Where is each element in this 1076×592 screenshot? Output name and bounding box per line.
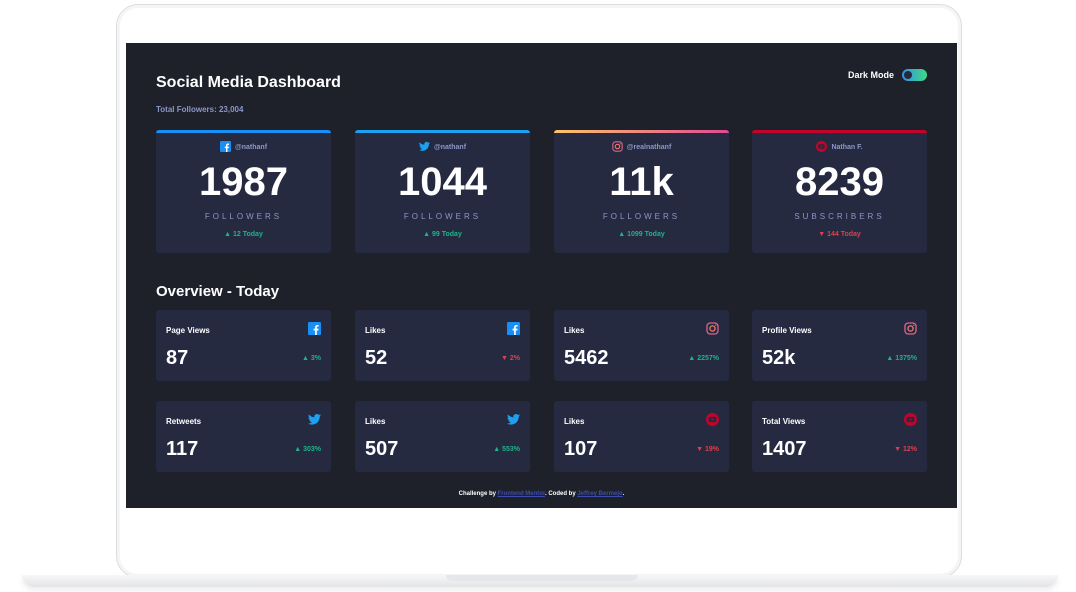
metric-value: 52 — [365, 347, 388, 369]
handle-text: @nathanf — [234, 144, 268, 151]
metric-change: ▲ 1375% — [886, 355, 917, 362]
facebook-icon — [219, 141, 231, 154]
card-accent-bar — [554, 130, 729, 133]
twitter-icon — [507, 413, 520, 431]
metric-value: 117 — [166, 438, 199, 460]
metric-label: Total Views — [762, 417, 806, 426]
footer-middle: . Coded by — [544, 491, 578, 497]
card-handle: @realnathanf — [554, 141, 729, 154]
dark-mode-toggle[interactable] — [902, 69, 927, 81]
follower-label: SUBSCRIBERS — [794, 212, 885, 221]
metric-change: ▼ 2% — [501, 355, 520, 362]
twitter-icon — [418, 141, 430, 154]
follower-card-twitter[interactable]: @nathanf 1044 FOLLOWERS ▲ 99 Today — [355, 130, 530, 253]
facebook-icon — [507, 322, 520, 340]
card-handle: @nathanf — [355, 141, 530, 154]
footer-prefix: Challenge by — [458, 491, 498, 497]
author-link[interactable]: Jeffrey Bermejo — [577, 491, 622, 497]
twitter-icon — [308, 413, 321, 431]
today-change: ▲ 12 Today — [224, 231, 263, 238]
handle-text: @realnathanf — [626, 144, 672, 151]
metric-change: ▲ 553% — [493, 446, 520, 453]
follower-label: FOLLOWERS — [602, 212, 681, 221]
footer: Challenge by Frontend Mentor. Coded by J… — [126, 491, 957, 497]
youtube-icon — [706, 413, 719, 431]
overview-tile[interactable]: Likes 107 ▼ 19% — [554, 401, 729, 472]
today-change: ▲ 1099 Today — [618, 231, 665, 238]
metric-label: Likes — [564, 417, 585, 426]
metric-change: ▼ 19% — [696, 446, 719, 453]
metric-label: Retweets — [166, 417, 202, 426]
footer-suffix: . — [622, 491, 625, 497]
follower-card-youtube[interactable]: Nathan F. 8239 SUBSCRIBERS ▼ 144 Today — [752, 130, 927, 253]
handle-text: @nathanf — [433, 144, 467, 151]
metric-value: 87 — [166, 347, 189, 369]
overview-tile[interactable]: Likes 52 ▼ 2% — [355, 310, 530, 381]
follower-count: 1987 — [199, 160, 288, 204]
card-accent-bar — [355, 130, 530, 133]
follower-card-instagram[interactable]: @realnathanf 11k FOLLOWERS ▲ 1099 Today — [554, 130, 729, 253]
follower-label: FOLLOWERS — [204, 212, 283, 221]
metric-value: 107 — [564, 438, 598, 460]
metric-change: ▲ 303% — [294, 446, 321, 453]
today-change: ▼ 144 Today — [818, 231, 861, 238]
instagram-icon — [611, 141, 623, 154]
total-followers: Total Followers: 23,004 — [156, 105, 244, 114]
laptop-notch — [446, 575, 638, 581]
card-accent-bar — [156, 130, 331, 133]
metric-value: 507 — [365, 438, 399, 460]
follower-count: 11k — [609, 160, 674, 204]
metric-change: ▲ 2257% — [688, 355, 719, 362]
follower-count: 1044 — [398, 160, 487, 204]
metric-value: 5462 — [564, 347, 609, 369]
facebook-icon — [308, 322, 321, 340]
metric-change: ▲ 3% — [302, 355, 321, 362]
card-handle: @nathanf — [156, 141, 331, 154]
metric-label: Page Views — [166, 326, 210, 335]
overview-tile[interactable]: Profile Views 52k ▲ 1375% — [752, 310, 927, 381]
dark-mode-control: Dark Mode — [848, 69, 927, 81]
dark-mode-label: Dark Mode — [847, 70, 894, 80]
page-title: Social Media Dashboard — [156, 74, 341, 91]
follower-card-facebook[interactable]: @nathanf 1987 FOLLOWERS ▲ 12 Today — [156, 130, 331, 253]
overview-tile[interactable]: Retweets 117 ▲ 303% — [156, 401, 331, 472]
frontend-mentor-link[interactable]: Frontend Mentor — [498, 491, 545, 497]
youtube-icon — [816, 141, 828, 154]
metric-value: 52k — [762, 347, 796, 369]
metric-label: Profile Views — [762, 326, 812, 335]
today-change: ▲ 99 Today — [423, 231, 462, 238]
handle-text: Nathan F. — [831, 144, 863, 151]
metric-label: Likes — [564, 326, 585, 335]
dashboard-screen: Social Media Dashboard Total Followers: … — [126, 43, 957, 508]
overview-tile[interactable]: Likes 5462 ▲ 2257% — [554, 310, 729, 381]
metric-value: 1407 — [762, 438, 807, 460]
toggle-knob[interactable] — [904, 71, 912, 79]
overview-tile[interactable]: Likes 507 ▲ 553% — [355, 401, 530, 472]
instagram-icon — [904, 322, 917, 340]
instagram-icon — [706, 322, 719, 340]
overview-title: Overview - Today — [156, 283, 280, 300]
metric-label: Likes — [365, 417, 386, 426]
metric-label: Likes — [365, 326, 386, 335]
overview-tile[interactable]: Total Views 1407 ▼ 12% — [752, 401, 927, 472]
metric-change: ▼ 12% — [894, 446, 917, 453]
overview-tile[interactable]: Page Views 87 ▲ 3% — [156, 310, 331, 381]
card-accent-bar — [752, 130, 927, 133]
card-handle: Nathan F. — [752, 141, 927, 154]
follower-count: 8239 — [795, 160, 884, 204]
follower-label: FOLLOWERS — [403, 212, 482, 221]
youtube-icon — [904, 413, 917, 431]
